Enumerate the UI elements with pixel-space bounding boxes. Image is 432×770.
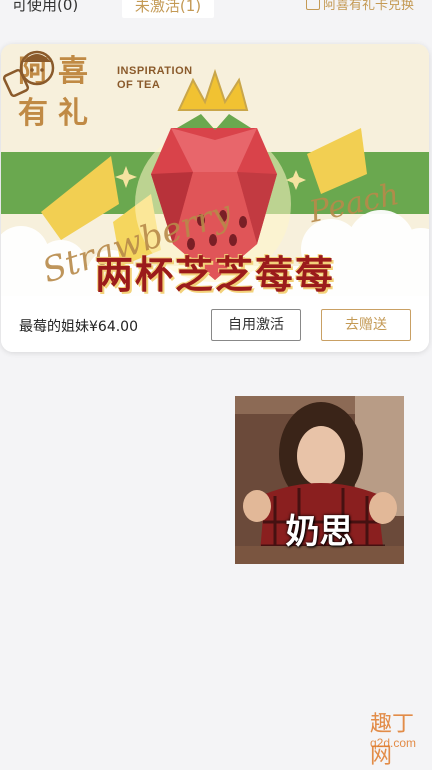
card-status-tabs: 可使用(0) 未激活(1) 阿喜有礼卡兑换 [0, 0, 432, 18]
meme-sticker-image: 奶思 [235, 396, 404, 564]
card-icon [306, 0, 320, 10]
voucher-card: 阿 喜 有 礼 INSPIRATION OF TEA Strawberry Pe… [1, 44, 429, 352]
watermark-url: q2d.com [370, 736, 417, 750]
tab-usable[interactable]: 可使用(0) [12, 0, 78, 15]
self-activate-button[interactable]: 自用激活 [211, 309, 301, 341]
redeem-label: 阿喜有礼卡兑换 [323, 0, 415, 13]
mascot-drinking-icon [2, 50, 55, 98]
send-gift-button[interactable]: 去赠送 [321, 309, 411, 341]
meme-caption: 奶思 [285, 512, 354, 552]
gift-card-redeem-link[interactable]: 阿喜有礼卡兑换 [306, 0, 414, 13]
voucher-card-footer: 最莓的姐妹¥64.00 自用激活 去赠送 [1, 296, 429, 352]
inspiration-of-tea-text: INSPIRATION OF TEA [117, 65, 193, 91]
voucher-banner-image: 阿 喜 有 礼 INSPIRATION OF TEA Strawberry Pe… [1, 44, 429, 297]
tab-inactive[interactable]: 未激活(1) [122, 0, 214, 18]
product-name: 两杯芝芝莓莓 [94, 253, 335, 297]
voucher-price: 最莓的姐妹¥64.00 [19, 319, 138, 335]
site-watermark: 趣丁网 q2d.com [352, 706, 428, 769]
